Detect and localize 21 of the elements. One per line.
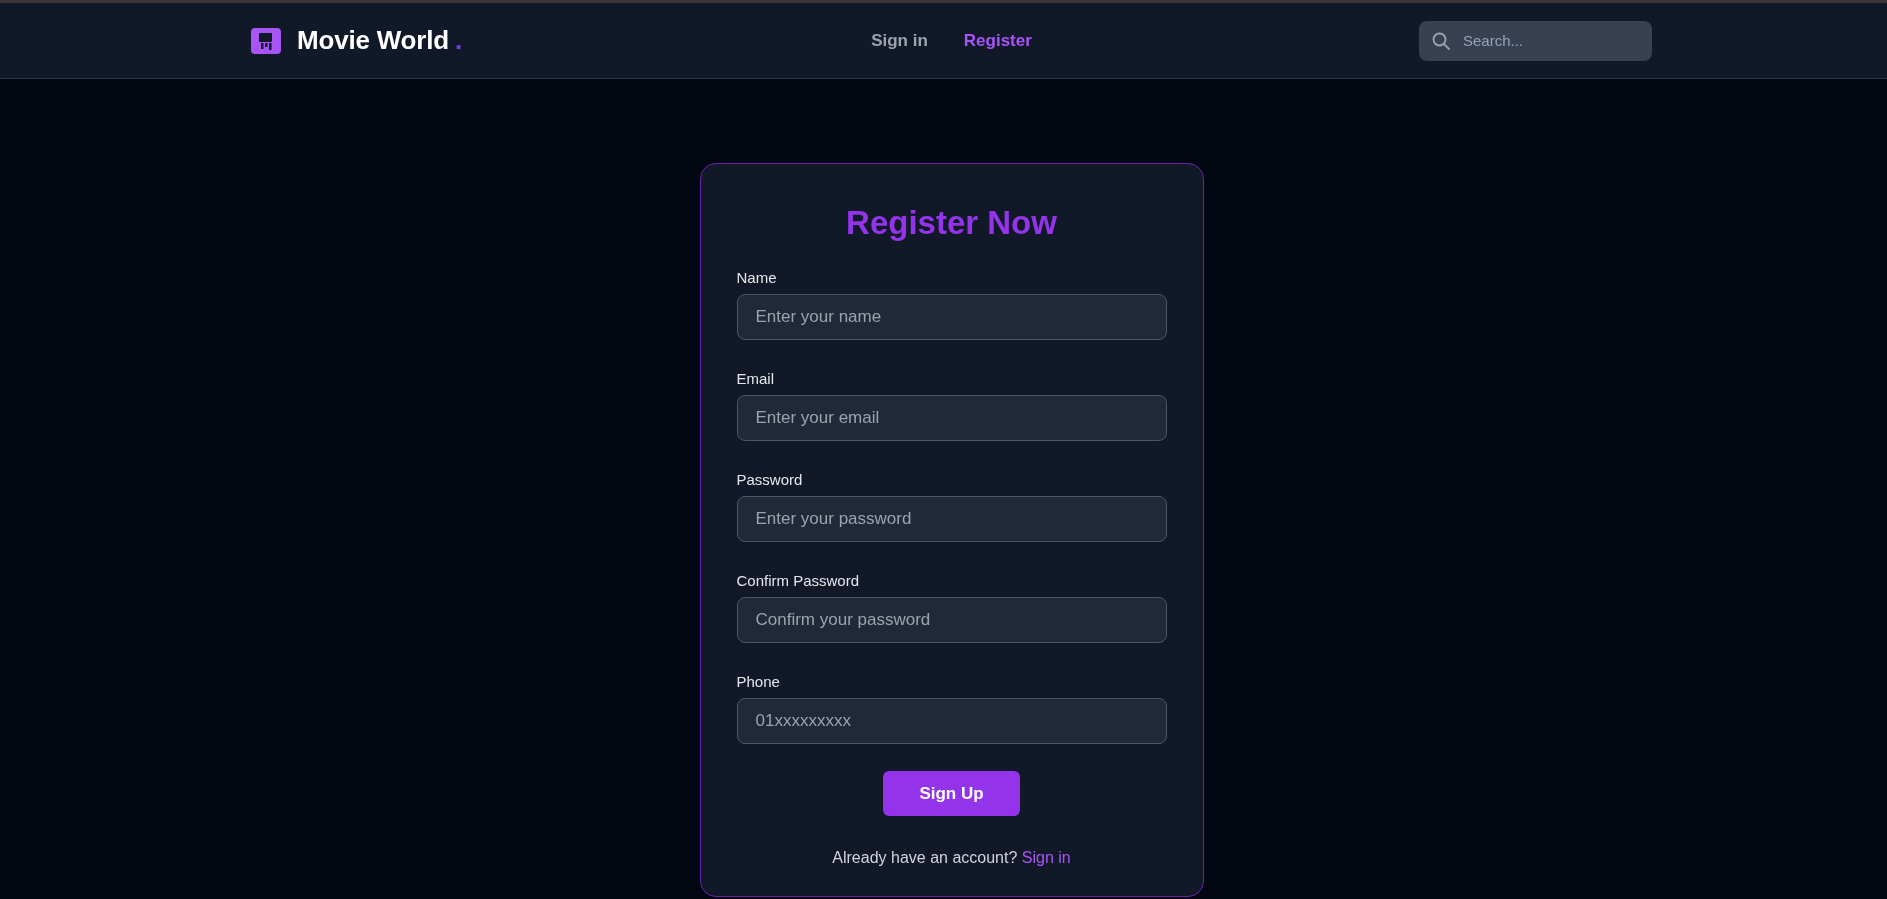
field-label: Name [736, 268, 778, 288]
signin-link[interactable]: Sign in [1021, 849, 1071, 866]
search-field[interactable]: Search... [1419, 20, 1652, 61]
signin-prompt: Already have an account? Sign in [831, 848, 1072, 868]
input-field[interactable]: 01xxxxxxxxx [736, 698, 1167, 744]
field-label: Phone [736, 672, 781, 692]
input-field[interactable]: Confirm your password [736, 597, 1167, 643]
field-label: Password [736, 470, 804, 490]
input-field[interactable]: Enter your password [736, 496, 1167, 542]
input-field[interactable]: Enter your name [736, 294, 1167, 340]
film-icon [251, 27, 281, 54]
form-title: Register Now [845, 203, 1058, 243]
sign-up-button[interactable]: Sign Up [883, 771, 1020, 816]
brand-name: Movie World [297, 25, 449, 56]
field-label: Email [736, 369, 775, 389]
search-icon [1432, 31, 1450, 50]
brand-dot: . [454, 25, 463, 56]
field-label: Confirm Password [736, 571, 861, 591]
nav-link[interactable]: Sign in [871, 30, 928, 51]
input-field[interactable]: Enter your email [736, 395, 1167, 441]
nav-link[interactable]: Register [963, 30, 1032, 51]
